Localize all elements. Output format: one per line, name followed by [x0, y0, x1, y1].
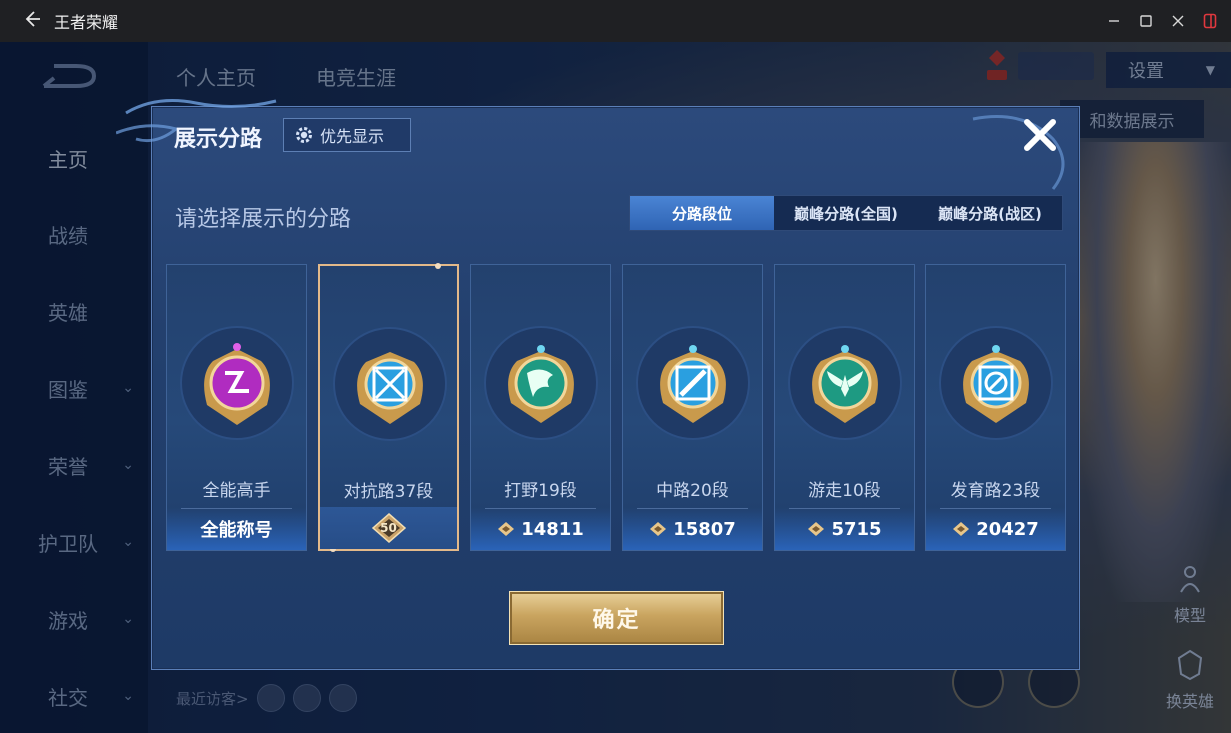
wings-medal-icon — [788, 326, 902, 440]
lane-footer: 全能称号 — [167, 508, 306, 550]
footer-value: 5715 — [831, 518, 882, 540]
dialog-title: 展示分路 — [174, 127, 263, 152]
minimize-icon[interactable] — [1103, 10, 1125, 32]
lane-type-tabs: 分路段位 巅峰分路(全国) 巅峰分路(战区) — [629, 195, 1063, 231]
tab-peak-region[interactable]: 巅峰分路(战区) — [918, 196, 1062, 230]
priority-display-button[interactable]: 优先显示 — [283, 118, 411, 152]
lane-footer: 14811 — [471, 508, 610, 550]
sidebar-toggle-icon[interactable] — [1199, 10, 1221, 32]
tab-label: 巅峰分路(全国) — [794, 204, 898, 223]
lane-card-mid[interactable]: 中路20段 15807 — [622, 264, 763, 551]
confirm-button[interactable]: 确定 — [509, 591, 724, 645]
lane-name: 打野19段 — [504, 481, 577, 501]
lane-footer: 5715 — [775, 508, 914, 550]
swords-medal-icon — [333, 327, 447, 441]
priority-label: 优先显示 — [320, 127, 385, 146]
tab-label: 巅峰分路(战区) — [938, 204, 1042, 223]
arrow-left-icon[interactable] — [22, 10, 44, 32]
score-icon — [953, 522, 970, 536]
corner-dot — [435, 263, 441, 269]
gear-icon — [296, 127, 312, 143]
tab-peak-national[interactable]: 巅峰分路(全国) — [774, 196, 918, 230]
allround-medal-icon — [180, 326, 294, 440]
lane-footer: 20427 — [926, 508, 1065, 550]
select-lane-prompt: 请选择展示的分路 — [175, 207, 352, 232]
footer-value: 20427 — [976, 518, 1039, 540]
score-icon — [650, 522, 667, 536]
lane-name: 中路20段 — [656, 481, 729, 501]
lane-name: 对抗路37段 — [343, 482, 434, 502]
lane-display-dialog: 展示分路 优先显示 请选择展示的分路 分路段位 巅峰分路(全国) 巅峰分路(战区… — [116, 99, 1080, 670]
lane-card-clash[interactable]: 对抗路37段 50 — [318, 263, 459, 552]
staff-medal-icon — [636, 326, 750, 440]
footer-value: 14811 — [521, 518, 584, 540]
close-icon[interactable] — [1167, 10, 1189, 32]
score-icon — [808, 522, 825, 536]
lane-card-farm[interactable]: 发育路23段 20427 — [925, 264, 1066, 551]
close-icon[interactable] — [1020, 115, 1060, 155]
window-title-bar: 王者荣耀 — [0, 0, 1231, 42]
shield-medal-icon — [939, 326, 1053, 440]
lane-card-jungle[interactable]: 打野19段 14811 — [470, 264, 611, 551]
lane-name: 全能高手 — [202, 481, 271, 501]
score-icon — [498, 522, 515, 536]
lane-card-allround[interactable]: 全能高手 全能称号 — [166, 264, 307, 551]
maximize-icon[interactable] — [1135, 10, 1157, 32]
window-controls — [1103, 0, 1221, 42]
window-title: 王者荣耀 — [54, 13, 119, 32]
tab-lane-rank[interactable]: 分路段位 — [630, 196, 774, 230]
confirm-label: 确定 — [592, 608, 641, 633]
footer-value: 15807 — [673, 518, 736, 540]
footer-value: 全能称号 — [200, 520, 273, 541]
lane-footer: 15807 — [623, 508, 762, 550]
lane-name: 游走10段 — [808, 481, 881, 501]
tab-label: 分路段位 — [671, 204, 732, 223]
lane-footer: 50 — [320, 507, 457, 549]
dragon-medal-icon — [484, 326, 598, 440]
footer-value: 50 — [380, 521, 397, 535]
lane-card-roam[interactable]: 游走10段 5715 — [774, 264, 915, 551]
lane-name: 发育路23段 — [950, 481, 1041, 501]
